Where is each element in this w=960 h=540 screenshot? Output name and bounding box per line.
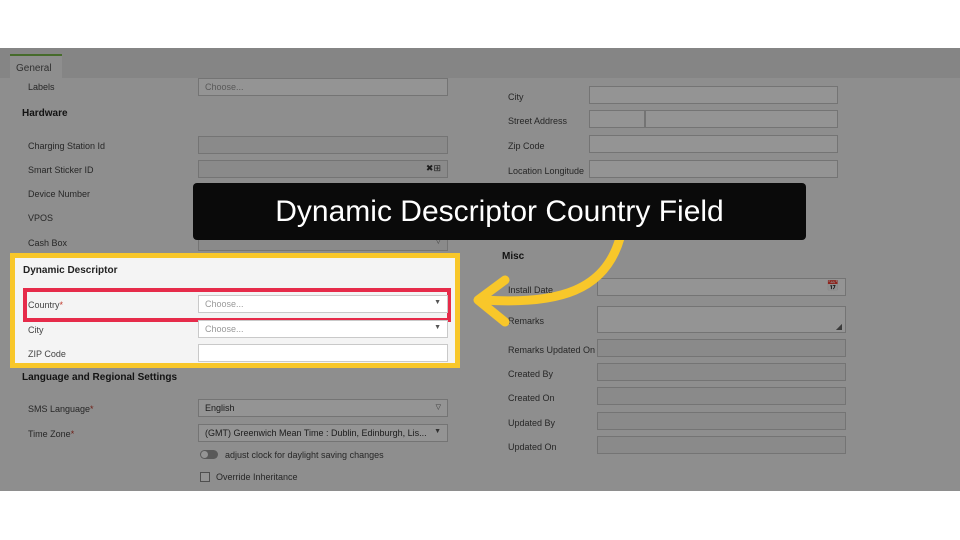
country-select[interactable]: Choose... ▼ — [198, 295, 448, 313]
street-address-label: Street Address — [508, 116, 568, 126]
lang-heading: Language and Regional Settings — [22, 372, 178, 383]
chevron-down-icon: ▼ — [434, 324, 441, 331]
sms-language-value: English — [205, 403, 235, 413]
updated-on-label: Updated On — [508, 442, 557, 452]
city-label: City — [28, 325, 44, 335]
dst-toggle[interactable] — [200, 450, 218, 459]
right-city-field[interactable] — [589, 86, 838, 104]
created-on-label: Created On — [508, 393, 555, 403]
city-placeholder: Choose... — [205, 324, 244, 334]
street-number-field[interactable] — [589, 110, 645, 128]
time-zone-label: Time Zone* — [28, 429, 75, 439]
charging-station-id-field[interactable] — [198, 136, 448, 154]
override-label: Override Inheritance — [216, 472, 298, 482]
annotation-banner: Dynamic Descriptor Country Field — [193, 183, 806, 240]
remarks-updated-on-label: Remarks Updated On — [508, 345, 596, 355]
misc-heading: Misc — [502, 251, 525, 262]
updated-on-field — [597, 436, 846, 454]
override-checkbox[interactable] — [200, 472, 210, 482]
created-on-field — [597, 387, 846, 405]
updated-by-field — [597, 412, 846, 430]
dynamic-descriptor-heading: Dynamic Descriptor — [23, 265, 118, 276]
remarks-label: Remarks — [508, 316, 545, 326]
country-label: Country* — [28, 300, 64, 310]
street-address-field[interactable] — [645, 110, 838, 128]
labels-placeholder: Choose... — [205, 82, 244, 92]
chevron-down-icon: ▼ — [434, 299, 441, 306]
time-zone-select[interactable]: (GMT) Greenwich Mean Time : Dublin, Edin… — [198, 424, 448, 442]
charging-station-id-label: Charging Station Id — [28, 141, 106, 151]
zip-code-field[interactable] — [198, 344, 448, 362]
labels-label: Labels — [28, 82, 55, 92]
location-longitude-field[interactable] — [589, 160, 838, 178]
right-zip-code-field[interactable] — [589, 135, 838, 153]
remarks-updated-on-field — [597, 339, 846, 357]
calendar-icon[interactable]: 📅 — [827, 281, 839, 292]
sms-language-label: SMS Language* — [28, 404, 94, 414]
labels-select[interactable]: Choose... — [198, 78, 448, 96]
updated-by-label: Updated By — [508, 418, 556, 428]
hardware-heading: Hardware — [22, 108, 68, 119]
created-by-field — [597, 363, 846, 381]
device-number-label: Device Number — [28, 189, 91, 199]
location-longitude-label: Location Longitude — [508, 166, 585, 176]
right-city-label: City — [508, 92, 524, 102]
right-zip-code-label: Zip Code — [508, 141, 545, 151]
install-date-field[interactable]: 📅 — [597, 278, 846, 296]
tab-general[interactable]: General — [10, 54, 62, 78]
smart-sticker-id-label: Smart Sticker ID — [28, 165, 94, 175]
vpos-label: VPOS — [28, 213, 54, 223]
tab-strip: General — [0, 48, 960, 78]
install-date-label: Install Date — [508, 285, 554, 295]
resize-handle-icon[interactable]: ◢ — [836, 322, 842, 331]
dynamic-descriptor-highlight: Dynamic Descriptor Country* Choose... ▼ C… — [10, 253, 460, 368]
chevron-down-icon: ▽ — [435, 404, 441, 411]
clear-grid-icon[interactable]: ✖⊞ — [426, 163, 441, 174]
chevron-down-icon: ▼ — [434, 428, 441, 435]
sms-language-select[interactable]: English ▽ — [198, 399, 448, 417]
time-zone-value: (GMT) Greenwich Mean Time : Dublin, Edin… — [205, 428, 427, 438]
remarks-textarea[interactable]: ◢ — [597, 306, 846, 333]
dst-label: adjust clock for daylight saving changes — [225, 450, 384, 460]
zip-code-label: ZIP Code — [28, 349, 66, 359]
cash-box-label: Cash Box — [28, 238, 68, 248]
created-by-label: Created By — [508, 369, 554, 379]
smart-sticker-id-field[interactable]: ✖⊞ — [198, 160, 448, 178]
country-placeholder: Choose... — [205, 299, 244, 309]
city-select[interactable]: Choose... ▼ — [198, 320, 448, 338]
